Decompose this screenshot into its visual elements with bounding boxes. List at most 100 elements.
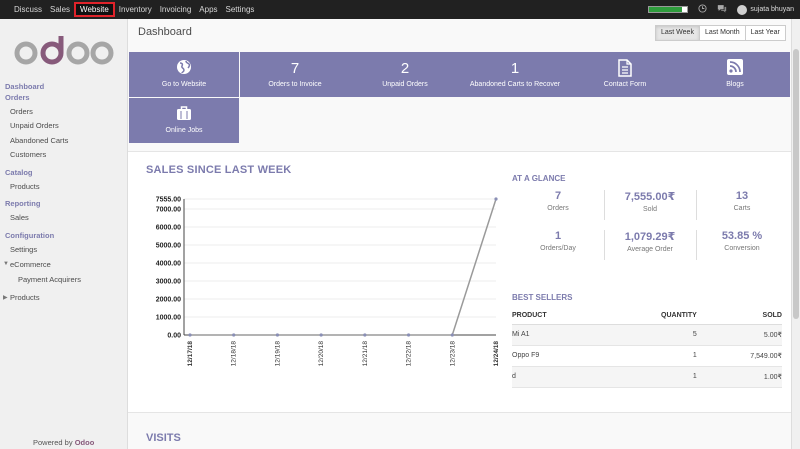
data-point [494,197,498,201]
progress-bar[interactable] [648,6,689,13]
period-last-year[interactable]: Last Year [744,25,786,41]
menu-inventory[interactable]: Inventory [115,2,156,17]
table-row[interactable]: Oppo F9 1 7,549.00₹ [512,345,782,367]
tile-abandoned-carts[interactable]: 1 Abandoned Carts to Recover [460,52,570,97]
glance-label: Orders/Day [540,245,576,252]
table-header-row: PRODUCT QUANTITY SOLD [512,307,782,325]
cell-quantity: 5 [598,324,703,346]
cell-product: Oppo F9 [512,345,599,367]
y-tick-label: 7000.00 [156,206,181,213]
period-selector: Last Week Last Month Last Year [655,25,786,41]
x-tick-label: 12/23/18 [449,341,456,367]
x-tick-label: 12/24/18 [493,341,500,367]
briefcase-icon [177,106,191,120]
y-tick-label: 0.00 [167,333,181,340]
series-line [190,198,497,336]
y-tick-label: 1000.00 [156,314,181,321]
tile-orders-to-invoice[interactable]: 7 Orders to Invoice [240,52,350,97]
glance-label: Carts [733,205,751,212]
sidebar-item-abandoned-carts[interactable]: Abandoned Carts [10,136,68,145]
x-tick-label: 12/22/18 [406,341,413,367]
glance-title: AT A GLANCE [512,174,566,183]
glance-value: 13 [735,190,749,202]
period-last-week[interactable]: Last Week [655,25,700,41]
glance-value: 7,555.00₹ [624,191,676,203]
tile-label: Online Jobs [165,127,203,134]
cell-quantity: 1 [598,345,703,367]
sidebar-item-orders[interactable]: Orders [10,107,33,116]
tile-blogs[interactable]: Blogs [680,52,790,97]
data-point [450,333,454,337]
tile-count: 2 [400,60,410,77]
avatar [737,4,748,15]
tile-count: 1 [510,60,520,77]
glance-conversion: 53.85 % Conversion [696,228,788,263]
page-title: Dashboard [138,26,192,38]
powered-by-brand[interactable]: Odoo [75,438,95,447]
menu-website[interactable]: Website [74,2,115,17]
odoo-logo [14,36,114,65]
glance-label: Average Order [627,246,673,253]
tile-contact-form[interactable]: Contact Form [570,52,680,97]
progress-fill [649,7,682,12]
sidebar-head-catalog: Catalog [5,168,33,177]
systray: sujata bhuyan [648,0,794,19]
x-tick-label: 12/21/18 [362,341,369,367]
tile-label: Contact Form [603,81,647,88]
table-row[interactable]: d 1 1.00₹ [512,366,782,388]
period-last-month[interactable]: Last Month [698,25,746,41]
table-row[interactable]: Mi A1 5 5.00₹ [512,324,782,346]
col-sold: SOLD [702,307,782,325]
at-a-glance: 7 Orders 7,555.00₹ Sold 13 Carts 1 Order… [512,188,788,262]
cell-quantity: 1 [598,366,703,388]
sidebar-head-configuration: Configuration [5,231,55,240]
tile-online-jobs[interactable]: Online Jobs [129,98,239,143]
menu-sales[interactable]: Sales [46,2,74,17]
caret-down-icon: ▼ [3,261,9,267]
glance-value: 1 [554,230,562,242]
sales-title: SALES SINCE LAST WEEK [146,164,292,176]
data-point [275,333,280,337]
rss-icon [727,59,743,75]
document-icon [618,59,632,77]
powered-by-text: Powered by [33,438,73,447]
y-tick-label: 3000.00 [156,278,181,285]
x-tick-label: 12/19/18 [274,341,281,367]
menu-invoicing[interactable]: Invoicing [156,2,196,17]
menu-apps[interactable]: Apps [195,2,221,17]
tile-label: Blogs [726,81,744,88]
sidebar-item-ecommerce[interactable]: eCommerce [10,260,51,269]
col-quantity: QUANTITY [598,307,703,325]
cell-product: Mi A1 [512,324,599,346]
sidebar-head-orders: Orders [5,93,30,102]
sidebar-item-config-products[interactable]: Products [10,293,40,302]
user-menu[interactable]: sujata bhuyan [737,4,794,15]
tile-label: Go to Website [161,81,207,88]
sidebar-item-unpaid-orders[interactable]: Unpaid Orders [10,121,59,130]
data-point [232,333,236,337]
top-navbar: Discuss Sales Website Inventory Invoicin… [0,0,800,19]
best-sellers-title: BEST SELLERS [512,293,573,302]
clock-icon[interactable] [698,4,707,15]
scrollbar-thumb[interactable] [793,49,799,319]
data-point [319,333,323,337]
chat-icon[interactable] [717,4,727,15]
best-sellers-table: PRODUCT QUANTITY SOLD Mi A1 5 5.00₹ Oppo… [512,307,782,388]
glance-label: Conversion [724,245,760,252]
sidebar-item-sales[interactable]: Sales [10,213,29,222]
sidebar-item-customers[interactable]: Customers [10,150,46,159]
sales-line-chart: 0.00 1000.00 2000.00 3000.00 4000.00 5000.00 6… [156,197,500,367]
main-content: Dashboard Last Week Last Month Last Year… [128,19,791,449]
sidebar-item-products[interactable]: Products [10,182,40,191]
sidebar-head-dashboard[interactable]: Dashboard [5,82,44,91]
tile-unpaid-orders[interactable]: 2 Unpaid Orders [350,52,460,97]
sidebar-item-payment-acquirers[interactable]: Payment Acquirers [18,275,81,284]
page-scrollbar[interactable] [791,19,800,449]
sidebar-item-settings[interactable]: Settings [10,245,37,254]
menu-settings[interactable]: Settings [222,2,259,17]
menu-discuss[interactable]: Discuss [10,2,46,17]
dashboard-tiles: Go to Website 7 Orders to Invoice 2 Unpa… [128,51,791,145]
tile-go-to-website[interactable]: Go to Website [129,52,239,97]
glance-value: 1,079.29₹ [624,231,676,243]
globe-icon [177,60,191,74]
